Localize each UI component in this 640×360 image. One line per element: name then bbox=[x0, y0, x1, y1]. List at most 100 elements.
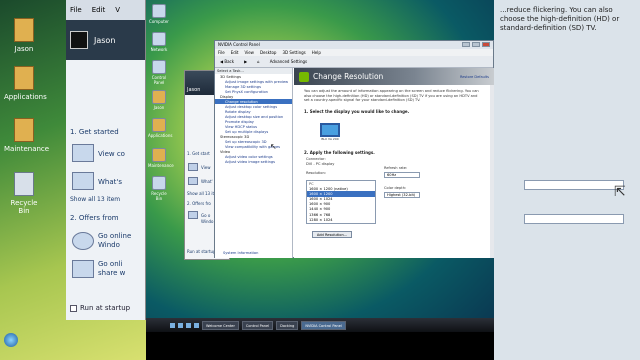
internet-explorer-icon[interactable] bbox=[186, 322, 191, 328]
run-at-startup-checkbox[interactable] bbox=[70, 304, 77, 312]
desktop-icon-network[interactable]: Network bbox=[148, 32, 170, 52]
resolution-option[interactable]: 1280 × 1024 bbox=[307, 217, 375, 222]
desktop-icon-computer[interactable]: Computer bbox=[148, 4, 170, 24]
minimize-button[interactable] bbox=[462, 42, 470, 47]
whats-new-link[interactable]: What's bbox=[98, 178, 122, 186]
home-button[interactable]: ⌂ bbox=[255, 59, 262, 64]
show-desktop-icon[interactable] bbox=[170, 322, 175, 328]
restore-defaults-link[interactable]: Restore Defaults bbox=[460, 75, 489, 79]
menu-view[interactable]: V bbox=[115, 6, 120, 14]
menu-file[interactable]: File bbox=[218, 50, 225, 55]
resolution-label: Resolution: bbox=[306, 171, 326, 175]
section-offers: 2. Offers from bbox=[70, 214, 119, 222]
black-strip bbox=[146, 332, 494, 360]
back-button[interactable]: ◀ Back bbox=[218, 59, 236, 64]
right-panel: ...reduce flickering. You can also choos… bbox=[494, 0, 640, 360]
user-name: Jason bbox=[94, 35, 116, 45]
nvidia-logo-icon bbox=[299, 71, 309, 82]
section-get-started: 1. Get started bbox=[70, 128, 119, 136]
user-folder-icon bbox=[152, 90, 166, 104]
display-selector[interactable]: BLU VA 200 bbox=[320, 123, 340, 145]
task-control-panel[interactable]: Control Panel bbox=[241, 320, 274, 330]
refresh-rate-label: Refresh rate: bbox=[384, 166, 408, 170]
page-title: Change Resolution bbox=[313, 72, 384, 81]
color-depth-label: Color depth: bbox=[384, 186, 407, 190]
page-description: You can adjust the amount of information… bbox=[304, 89, 479, 102]
cp-show-all-link[interactable]: Show all 13 ite bbox=[187, 191, 217, 196]
desktop-icon-applications[interactable]: Applications bbox=[148, 118, 172, 138]
maximize-button[interactable] bbox=[472, 42, 480, 47]
left-desktop: Jason Applications Maintenance Recycle B… bbox=[0, 0, 146, 360]
desktop-icon-maintenance[interactable]: Maintenance bbox=[148, 148, 174, 168]
run-at-startup[interactable]: Run at startup bbox=[70, 304, 130, 312]
resolution-list[interactable]: PC 1600 × 1200 (native) 1600 × 1200 1600 × … bbox=[306, 180, 376, 224]
step-1-heading: 1. Select the display you would like to … bbox=[304, 108, 410, 114]
desktop-icon-control-panel[interactable]: Control Panel bbox=[148, 60, 170, 85]
tree-item[interactable]: Adjust video image settings bbox=[215, 159, 292, 164]
menu-3d-settings[interactable]: 3D Settings bbox=[282, 50, 305, 55]
desktop-icon-recycle-bin[interactable]: Recycle Bin bbox=[4, 172, 44, 215]
content-scrollbar[interactable] bbox=[490, 85, 494, 258]
folder-icon bbox=[14, 66, 34, 90]
go-online-link[interactable]: Go online bbox=[98, 232, 131, 240]
windows-link[interactable]: Windo bbox=[98, 241, 120, 249]
window-title: NVIDIA Control Panel bbox=[218, 42, 260, 47]
desktop-icon-recycle-bin[interactable]: Recycle Bin bbox=[148, 176, 170, 201]
task-welcome-center[interactable]: Welcome Center bbox=[202, 320, 239, 330]
advanced-settings-button[interactable]: Advanced Settings bbox=[268, 59, 309, 64]
share-link[interactable]: share w bbox=[98, 269, 125, 277]
recycle-bin-icon bbox=[14, 172, 34, 196]
start-button[interactable] bbox=[4, 333, 18, 347]
cp-whats-icon bbox=[188, 177, 198, 185]
tree-item[interactable]: Adjust image settings with preview bbox=[215, 79, 292, 84]
menu-edit[interactable]: Edit bbox=[92, 6, 106, 14]
mouse-pointer-icon: ⇱ bbox=[614, 184, 626, 200]
menu-help[interactable]: Help bbox=[312, 50, 321, 55]
taskbar: Welcome Center Control Panel Docking NVI… bbox=[146, 318, 494, 332]
cp-run-at-startup[interactable]: Run at startup bbox=[187, 249, 216, 254]
switch-windows-icon[interactable] bbox=[178, 322, 183, 328]
system-information-link[interactable]: System Information bbox=[223, 251, 258, 255]
menu-desktop[interactable]: Desktop bbox=[260, 50, 277, 55]
task-docking[interactable]: Docking bbox=[276, 320, 299, 330]
tree-item[interactable]: Adjust desktop size and position bbox=[215, 114, 292, 119]
menu-view[interactable]: View bbox=[244, 50, 254, 55]
computer-icon bbox=[152, 4, 166, 18]
control-panel-icon bbox=[152, 60, 166, 74]
go-online-link-2[interactable]: Go onli bbox=[98, 260, 123, 268]
refresh-rate-select[interactable]: 60Hz bbox=[384, 172, 420, 178]
color-depth-select[interactable]: Highest (32-bit) bbox=[384, 192, 420, 198]
main-content: Change Resolution Restore Defaults You c… bbox=[294, 68, 494, 258]
screen: Jason Applications Maintenance Recycle B… bbox=[0, 0, 640, 360]
view-link[interactable]: View co bbox=[98, 150, 125, 158]
windows-logo-icon bbox=[72, 232, 94, 250]
monitor-icon bbox=[320, 123, 340, 137]
menu-file[interactable]: File bbox=[70, 6, 82, 14]
menu-edit[interactable]: Edit bbox=[231, 50, 239, 55]
desktop-icon-applications[interactable]: Applications bbox=[4, 66, 47, 101]
desktop-icon-jason[interactable]: Jason bbox=[4, 18, 44, 53]
desktop-icon-jason[interactable]: Jason bbox=[148, 90, 170, 110]
media-player-icon[interactable] bbox=[194, 322, 199, 328]
right-dropdown-2[interactable] bbox=[524, 214, 624, 224]
forward-button[interactable]: ▶ bbox=[242, 59, 249, 64]
whats-new-icon bbox=[72, 172, 94, 190]
page-banner: Change Resolution Restore Defaults bbox=[294, 68, 494, 85]
connector-value: DVI - PC display bbox=[306, 162, 335, 166]
task-nvidia-control-panel[interactable]: NVIDIA Control Panel bbox=[301, 320, 346, 330]
cp-go-online-link[interactable]: Go o bbox=[201, 213, 210, 218]
show-all-link[interactable]: Show all 13 item bbox=[70, 196, 120, 203]
title-bar[interactable]: NVIDIA Control Panel bbox=[215, 41, 493, 49]
cp-offer-icon bbox=[188, 211, 198, 219]
welcome-menu-bar: File Edit V bbox=[66, 0, 145, 20]
cp-view-link[interactable]: View bbox=[201, 165, 211, 170]
close-button[interactable] bbox=[482, 42, 490, 47]
cp-whats-link[interactable]: What' bbox=[201, 179, 213, 184]
user-picture bbox=[70, 31, 88, 49]
view-computer-icon bbox=[72, 144, 94, 162]
welcome-center-window: File Edit V Jason 1. Get started View co… bbox=[66, 0, 146, 320]
add-resolution-button[interactable]: Add Resolution... bbox=[312, 231, 352, 238]
right-dropdown-1[interactable] bbox=[524, 180, 624, 190]
cp-windows-link[interactable]: Windo bbox=[201, 219, 214, 224]
desktop-icon-maintenance[interactable]: Maintenance bbox=[4, 118, 49, 153]
